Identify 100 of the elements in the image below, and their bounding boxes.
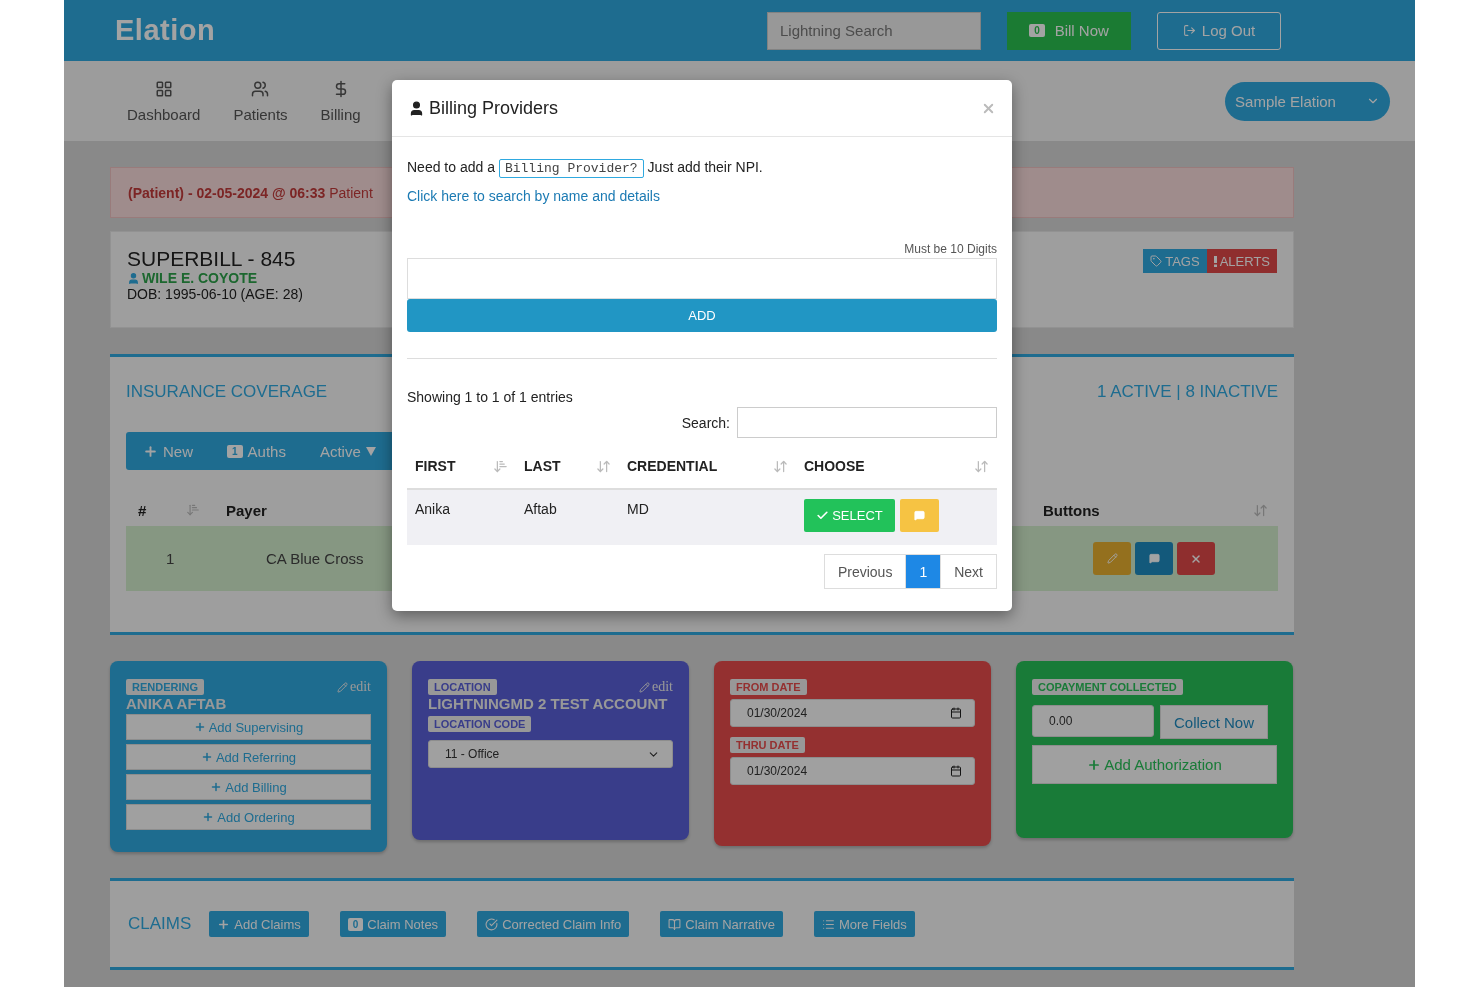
- account-button[interactable]: Sample Elation: [1225, 81, 1390, 121]
- superbill-title: SUPERBILL - 845: [127, 248, 297, 270]
- bill-now-button[interactable]: 0 Bill Now: [1007, 11, 1131, 50]
- speech-bubble-icon: [1148, 553, 1160, 564]
- date-field[interactable]: 01/30/2024: [730, 757, 975, 785]
- comment-button[interactable]: [1135, 542, 1173, 575]
- collect-now-button[interactable]: Collect Now: [1160, 705, 1268, 739]
- nav-item[interactable]: Patients: [233, 79, 288, 123]
- claim-button[interactable]: 0 Claim Notes: [339, 911, 447, 937]
- sort-icon: [1253, 502, 1268, 518]
- plus-icon: [193, 721, 206, 733]
- patient-name[interactable]: WILE E. COYOTE: [142, 270, 258, 286]
- add-provider-button[interactable]: Add Referring: [126, 744, 371, 770]
- claim-icon: [668, 917, 682, 931]
- pencil-icon: [639, 681, 650, 693]
- column-header[interactable]: CREDENTIAL: [627, 458, 718, 474]
- card-label: LOCATION: [428, 679, 497, 695]
- new-button[interactable]: New: [143, 442, 193, 460]
- comment-button[interactable]: [900, 499, 939, 532]
- active-filter[interactable]: Active: [319, 442, 376, 460]
- date-of-birth: DOB: 1995-06-10 (AGE: 28): [127, 286, 303, 302]
- search-link[interactable]: Click here to search by name and details: [407, 188, 660, 204]
- edit-link[interactable]: edit: [337, 679, 371, 695]
- add-button[interactable]: ADD: [407, 299, 997, 332]
- user-icon: [408, 99, 425, 117]
- previous-button[interactable]: Previous: [823, 554, 907, 589]
- delete-button[interactable]: [1177, 542, 1215, 575]
- card-label: THRU DATE: [730, 737, 805, 753]
- nav-item[interactable]: Billing: [320, 79, 361, 123]
- npi-field[interactable]: [407, 258, 997, 299]
- tag-icon: [1150, 255, 1163, 267]
- tags-button[interactable]: TAGS: [1143, 249, 1207, 273]
- count-badge: 0: [1029, 24, 1045, 37]
- location-name: LIGHTNINGMD 2 TEST ACCOUNT: [428, 695, 669, 712]
- table-cell: Anika: [415, 501, 451, 517]
- plus-icon: [210, 781, 223, 793]
- add-provider-button[interactable]: Add Billing: [126, 774, 371, 800]
- dialog-title: Billing Providers: [408, 97, 559, 119]
- location-code-select[interactable]: 11 - Office: [428, 740, 673, 768]
- nav-icon: [154, 79, 173, 98]
- table-cell: Aftab: [524, 501, 557, 517]
- calendar-icon[interactable]: [950, 765, 962, 777]
- table-cell: CA Blue Cross: [266, 550, 364, 567]
- plus-icon: [143, 443, 158, 459]
- section-title: CLAIMS: [128, 914, 192, 934]
- user-icon: [127, 271, 140, 285]
- count-badge: 1: [227, 444, 243, 458]
- section-title: INSURANCE COVERAGE: [126, 382, 328, 402]
- column-header[interactable]: CHOOSE: [804, 458, 865, 474]
- speech-bubble-icon: [914, 510, 925, 521]
- search-field[interactable]: [737, 407, 997, 438]
- column-header[interactable]: FIRST: [415, 458, 456, 474]
- auths-button[interactable]: 1 Auths: [227, 442, 286, 460]
- calendar-icon[interactable]: [950, 707, 962, 719]
- amount-field[interactable]: 0.00: [1032, 705, 1154, 737]
- card-label: LOCATION CODE: [428, 716, 532, 732]
- plus-icon: [200, 751, 213, 763]
- add-provider-button[interactable]: Add Ordering: [126, 804, 371, 830]
- search-label: Search:: [681, 414, 730, 431]
- search-field[interactable]: Lightning Search: [767, 11, 981, 50]
- alerts-button[interactable]: ALERTS: [1206, 249, 1277, 273]
- edit-button[interactable]: [1093, 542, 1131, 575]
- claim-button[interactable]: Corrected Claim Info: [477, 911, 630, 937]
- pencil-icon: [337, 681, 348, 693]
- nav-item[interactable]: Dashboard: [127, 79, 201, 123]
- column-header: #: [138, 501, 147, 519]
- table-cell: MD: [627, 501, 649, 517]
- sort-ascending-icon: [186, 503, 200, 517]
- page-button[interactable]: 1: [905, 554, 942, 589]
- caret-icon: [365, 446, 376, 456]
- claim-button[interactable]: Claim Narrative: [660, 911, 783, 937]
- log-out-icon: [1182, 24, 1196, 37]
- provider-name: ANIKA AFTAB: [126, 695, 228, 712]
- column-header: Payer: [226, 501, 267, 519]
- logo: Elation: [115, 14, 216, 47]
- claim-button[interactable]: Add Claims: [209, 911, 309, 937]
- date-field[interactable]: 01/30/2024: [730, 699, 975, 727]
- plus-icon: [202, 811, 215, 823]
- exclamation-icon: [1213, 255, 1217, 267]
- edit-link[interactable]: edit: [639, 679, 673, 695]
- card-label: RENDERING: [126, 679, 204, 695]
- next-button[interactable]: Next: [940, 554, 997, 589]
- column-header: Buttons: [1043, 501, 1100, 519]
- claim-icon: [485, 917, 499, 931]
- log-out-button[interactable]: Log Out: [1157, 11, 1281, 50]
- add-authorization-button[interactable]: Add Authorization: [1032, 745, 1277, 784]
- column-header[interactable]: LAST: [524, 458, 561, 474]
- hint-text: Must be 10 Digits: [904, 242, 997, 256]
- intro-text: Need to add a Billing Provider? Just add their NPI.: [407, 159, 764, 176]
- table-cell: 1: [166, 550, 175, 567]
- claim-icon: [821, 917, 835, 931]
- claim-button[interactable]: More Fields: [813, 911, 915, 937]
- add-provider-button[interactable]: Add Supervising: [126, 714, 371, 740]
- coverage-summary: 1 ACTIVE | 8 INACTIVE: [1096, 382, 1278, 402]
- check-icon: [816, 509, 830, 522]
- count-badge: 0: [347, 917, 364, 931]
- alert-text: (Patient) - 02-05-2024 @ 06:33 Patient: [128, 184, 373, 201]
- claim-icon: [217, 917, 231, 931]
- close-icon: [1190, 552, 1202, 565]
- select-button[interactable]: SELECT: [804, 499, 895, 532]
